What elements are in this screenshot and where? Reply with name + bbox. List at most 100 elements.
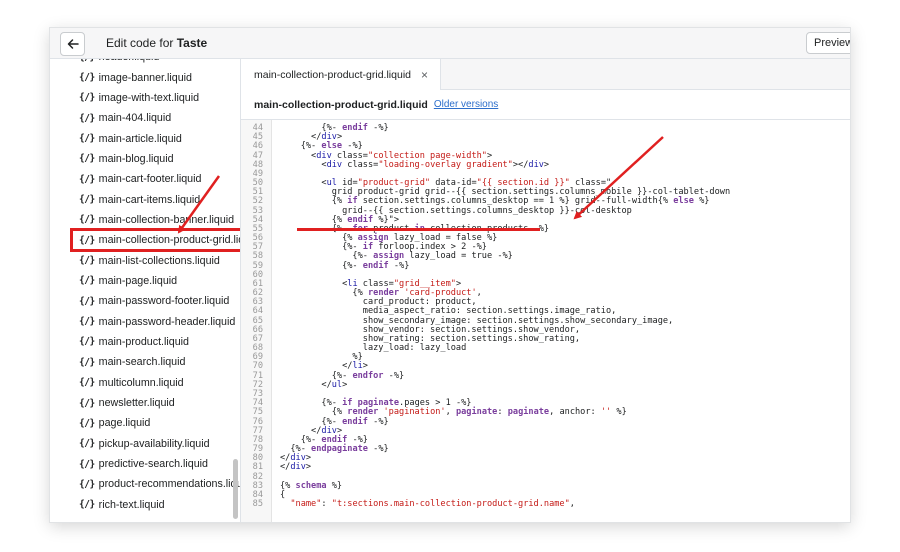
file-item-label: main-list-collections.liquid bbox=[98, 254, 220, 267]
code-line: 83 {% schema %} bbox=[241, 480, 850, 491]
file-item-label: main-collection-product-grid.liquid bbox=[98, 234, 240, 247]
file-item-label: main-search.liquid bbox=[98, 356, 186, 369]
code-editor[interactable]: 44 {%- endif -%} 45 </div> 46 {%- else -%}… bbox=[241, 120, 850, 522]
back-button[interactable] bbox=[60, 32, 85, 56]
file-item[interactable]: {/} newsletter.liquid bbox=[50, 393, 240, 413]
page-title: Edit code for Taste bbox=[106, 36, 207, 50]
file-item[interactable]: {/} main-blog.liquid bbox=[50, 149, 240, 169]
file-item[interactable]: {/} predictive-search.liquid bbox=[50, 454, 240, 474]
file-code-icon: {/} bbox=[79, 356, 95, 368]
file-code-icon: {/} bbox=[79, 336, 95, 348]
tab-strip: main-collection-product-grid.liquid × bbox=[241, 59, 850, 90]
file-code-icon: {/} bbox=[79, 194, 95, 206]
preview-button[interactable]: Preview bbox=[806, 32, 850, 54]
close-icon[interactable]: × bbox=[421, 68, 428, 82]
arrow-left-icon bbox=[67, 39, 79, 49]
file-item[interactable]: {/} image-banner.liquid bbox=[50, 67, 240, 87]
file-item[interactable]: {/}main-collection-product-grid.liquid bbox=[70, 228, 240, 253]
file-sidebar: {/}header.liquid{/}image-banner.liquid{/… bbox=[50, 59, 241, 522]
tab-main-collection-product-grid[interactable]: main-collection-product-grid.liquid × bbox=[241, 59, 441, 90]
file-item-label: product-recommendations.liquid bbox=[98, 478, 241, 491]
sidebar-scrollbar[interactable] bbox=[233, 459, 238, 519]
file-item-label: main-page.liquid bbox=[98, 274, 178, 287]
file-item[interactable]: {/} rich-text.liquid bbox=[50, 495, 240, 515]
file-item-label: main-collection-banner.liquid bbox=[98, 213, 235, 226]
file-item[interactable]: {/} main-404.liquid bbox=[50, 108, 240, 128]
file-item[interactable]: {/} main-product.liquid bbox=[50, 332, 240, 352]
code-text: </div> bbox=[280, 462, 312, 473]
file-item-label: multicolumn.liquid bbox=[98, 376, 184, 389]
file-code-icon: {/} bbox=[79, 234, 95, 246]
file-code-icon: {/} bbox=[79, 438, 95, 450]
file-item-label: rich-text.liquid bbox=[98, 498, 165, 511]
file-item[interactable]: {/} pickup-availability.liquid bbox=[50, 434, 240, 454]
file-list: {/}header.liquid{/}image-banner.liquid{/… bbox=[50, 59, 241, 515]
file-item[interactable]: {/} main-collection-banner.liquid bbox=[50, 210, 240, 230]
file-code-icon: {/} bbox=[79, 377, 95, 389]
file-item[interactable]: {/} main-password-footer.liquid bbox=[50, 291, 240, 311]
theme-code-editor-window: Edit code for Taste Preview {/} header.li… bbox=[50, 28, 850, 522]
file-item-label: main-blog.liquid bbox=[98, 152, 174, 165]
file-code-icon: {/} bbox=[79, 499, 95, 511]
code-line: 59 {%- endif -%} bbox=[241, 260, 850, 271]
file-item-label: main-cart-items.liquid bbox=[98, 193, 201, 206]
code-text: </ul> bbox=[280, 379, 348, 390]
file-code-icon: {/} bbox=[79, 275, 95, 287]
file-code-icon: {/} bbox=[79, 458, 95, 470]
file-code-icon: {/} bbox=[79, 214, 95, 226]
file-code-icon: {/} bbox=[79, 478, 95, 490]
file-item[interactable]: {/} main-search.liquid bbox=[50, 352, 240, 372]
file-item-label: predictive-search.liquid bbox=[98, 458, 208, 471]
file-item[interactable]: {/} main-cart-footer.liquid bbox=[50, 169, 240, 189]
file-item[interactable]: {/} main-cart-items.liquid bbox=[50, 189, 240, 209]
code-line: 80 </div> bbox=[241, 454, 850, 463]
code-line: 72 </ul> bbox=[241, 379, 850, 390]
line-number: 85 bbox=[252, 499, 263, 510]
file-item[interactable]: {/} multicolumn.liquid bbox=[50, 373, 240, 393]
file-item[interactable]: {/} image-with-text.liquid bbox=[50, 88, 240, 108]
file-item-label: main-password-footer.liquid bbox=[98, 295, 230, 308]
file-code-icon: {/} bbox=[79, 133, 95, 145]
code-text: "name": "t:sections.main-collection-prod… bbox=[290, 499, 575, 510]
file-code-icon: {/} bbox=[79, 72, 95, 84]
file-item-label: main-404.liquid bbox=[98, 112, 172, 125]
file-code-icon: {/} bbox=[79, 295, 95, 307]
code-line: 81 </div> bbox=[241, 463, 850, 472]
current-filename: main-collection-product-grid.liquid bbox=[254, 98, 428, 111]
file-item-label: page.liquid bbox=[98, 417, 151, 430]
annotation-underline bbox=[297, 228, 540, 231]
file-code-icon: {/} bbox=[79, 316, 95, 328]
file-item[interactable]: {/} product-recommendations.liquid bbox=[50, 474, 241, 494]
file-code-icon: {/} bbox=[79, 153, 95, 165]
code-text: <div class="loading-overlay gradient"></… bbox=[280, 159, 550, 170]
code-lines: 44 {%- endif -%} 45 </div> 46 {%- else -%}… bbox=[241, 123, 850, 510]
file-item[interactable]: {/} page.liquid bbox=[50, 413, 240, 433]
file-header-bar: main-collection-product-grid.liquid Olde… bbox=[241, 90, 850, 120]
file-code-icon: {/} bbox=[79, 397, 95, 409]
code-line: 85 "name": "t:sections.main-collection-p… bbox=[241, 499, 850, 510]
tab-label: main-collection-product-grid.liquid bbox=[254, 68, 411, 81]
file-item-label: newsletter.liquid bbox=[98, 397, 175, 410]
store-name: Taste bbox=[176, 36, 208, 50]
file-code-icon: {/} bbox=[79, 255, 95, 267]
file-item-label: main-product.liquid bbox=[98, 335, 189, 348]
editor-top-bar: Edit code for Taste Preview bbox=[50, 28, 850, 59]
file-item[interactable]: {/} main-list-collections.liquid bbox=[50, 250, 240, 270]
file-item-label: image-banner.liquid bbox=[98, 71, 192, 84]
file-code-icon: {/} bbox=[79, 112, 95, 124]
file-code-icon: {/} bbox=[79, 417, 95, 429]
code-line: 48 <div class="loading-overlay gradient"… bbox=[241, 159, 850, 170]
code-text: {% schema %} bbox=[280, 480, 343, 491]
file-item[interactable]: {/} main-page.liquid bbox=[50, 271, 240, 291]
file-item[interactable]: {/} main-password-header.liquid bbox=[50, 311, 240, 331]
file-code-icon: {/} bbox=[79, 59, 95, 63]
code-line: 79 {%- endpaginate -%} bbox=[241, 444, 850, 454]
file-item-label: main-password-header.liquid bbox=[98, 315, 236, 328]
code-text: {%- endif -%} bbox=[280, 260, 410, 271]
file-item[interactable]: {/} main-article.liquid bbox=[50, 128, 240, 148]
file-item[interactable]: {/} header.liquid bbox=[50, 59, 240, 67]
file-item-label: main-article.liquid bbox=[98, 132, 182, 145]
file-code-icon: {/} bbox=[79, 92, 95, 104]
older-versions-link[interactable]: Older versions bbox=[434, 99, 498, 110]
file-item-label: main-cart-footer.liquid bbox=[98, 173, 202, 186]
